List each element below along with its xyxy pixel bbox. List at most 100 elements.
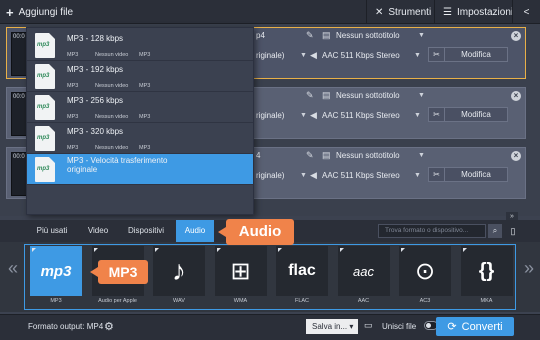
- format-label: AAC: [357, 298, 370, 304]
- subtitle-icon: ▤: [322, 150, 331, 160]
- edit-label: Modifica: [461, 50, 491, 59]
- format-tile[interactable]: ♪: [153, 246, 205, 296]
- format-label: AC3: [419, 298, 431, 304]
- format-tile[interactable]: ⊞: [214, 246, 267, 296]
- mp3-file-icon: mp3: [35, 95, 55, 120]
- format-tile[interactable]: aac: [337, 246, 390, 296]
- preset-title: MP3 - 128 kbps: [67, 34, 124, 43]
- format-tile[interactable]: ⊙: [399, 246, 451, 296]
- preset-codec: MP3: [139, 114, 151, 120]
- audio-track-select[interactable]: AAC 511 Kbps Stereo: [322, 111, 400, 120]
- preset-item[interactable]: mp3 MP3 - 128 kbps MP3 Nessun video MP3: [27, 30, 253, 61]
- chevron-down-icon[interactable]: ▼: [300, 112, 307, 119]
- settings-button[interactable]: ☰ Impostazioni: [434, 0, 513, 24]
- audio-track-select[interactable]: AAC 511 Kbps Stereo: [322, 171, 400, 180]
- speaker-icon: ◀: [310, 50, 317, 60]
- mp3-logo-icon: mp3: [40, 262, 72, 280]
- pencil-icon[interactable]: ✎: [306, 150, 314, 161]
- audio-origin-label: riginale): [256, 51, 285, 60]
- corner-marker: [216, 248, 221, 252]
- pencil-icon[interactable]: ✎: [306, 30, 314, 41]
- output-format-label: Formato output: MP4: [28, 322, 104, 331]
- scroll-right-icon[interactable]: »: [524, 258, 534, 279]
- edit-label: Modifica: [461, 170, 491, 179]
- convert-icon: ⟳: [447, 321, 457, 333]
- preset-codec: MP3: [139, 83, 151, 89]
- format-tile[interactable]: mp3: [30, 246, 82, 296]
- scroll-left-icon[interactable]: «: [8, 258, 18, 279]
- folder-icon[interactable]: ▭: [364, 320, 373, 331]
- format-label: FLAC: [294, 298, 310, 304]
- chevron-down-icon[interactable]: ▼: [414, 112, 421, 119]
- subtitle-icon: ▤: [322, 30, 331, 40]
- mp3-file-icon: mp3: [35, 157, 55, 182]
- add-files-button[interactable]: + Aggiungi file: [6, 4, 73, 20]
- add-files-label: Aggiungi file: [18, 6, 74, 18]
- edit-button[interactable]: ✂ Modifica: [428, 47, 508, 62]
- tab-devices[interactable]: Dispositivi: [120, 220, 172, 242]
- edit-button[interactable]: ✂ Modifica: [428, 107, 508, 122]
- mp3-file-icon: mp3: [35, 33, 55, 58]
- menu-icon: ☰: [443, 6, 452, 18]
- scissors-icon: ✂: [429, 108, 445, 121]
- format-label: Audio per Apple: [98, 298, 137, 304]
- chevron-down-icon[interactable]: ▼: [414, 172, 421, 179]
- format-tile[interactable]: {}: [460, 246, 513, 296]
- preset-ext: MP3: [67, 114, 79, 120]
- tab-video[interactable]: Video: [80, 220, 116, 242]
- convert-label: Converti: [461, 320, 503, 333]
- preset-video: Nessun video: [95, 52, 129, 58]
- audio-origin-label: riginale): [256, 111, 285, 120]
- preset-video: Nessun video: [95, 83, 129, 89]
- chevron-down-icon[interactable]: ▼: [418, 152, 425, 159]
- close-icon[interactable]: ×: [511, 151, 521, 161]
- scissors-icon: ✂: [429, 168, 445, 181]
- share-button[interactable]: <: [512, 0, 540, 24]
- windows-logo-icon: ⊞: [230, 257, 251, 285]
- preset-video: Nessun video: [95, 145, 129, 151]
- save-in-label: Salva in...: [312, 322, 348, 331]
- save-in-select[interactable]: Salva in... ▾: [306, 319, 358, 334]
- corner-marker: [155, 248, 159, 252]
- format-tile[interactable]: flac: [276, 246, 328, 296]
- edit-button[interactable]: ✂ Modifica: [428, 167, 508, 182]
- preset-item[interactable]: mp3 MP3 - 192 kbps MP3 Nessun video MP3: [27, 61, 253, 92]
- mp3-file-icon: mp3: [35, 126, 55, 151]
- corner-marker: [401, 248, 405, 252]
- audio-origin-label: riginale): [256, 171, 285, 180]
- tools-button[interactable]: ✕ Strumenti: [366, 0, 434, 24]
- chevron-down-icon[interactable]: ▼: [300, 172, 307, 179]
- pencil-icon[interactable]: ✎: [306, 90, 314, 101]
- tab-most-used[interactable]: Più usati: [28, 220, 76, 242]
- chevron-down-icon[interactable]: ▼: [418, 32, 425, 39]
- convert-button[interactable]: ⟳ Converti: [436, 317, 514, 336]
- preset-title: MP3 - 256 kbps: [67, 96, 124, 105]
- close-icon[interactable]: ×: [511, 31, 521, 41]
- subtitle-select[interactable]: Nessun sottotitolo: [336, 91, 400, 100]
- share-icon: <: [523, 6, 530, 18]
- corner-marker: [32, 248, 36, 252]
- scissors-icon: ✂: [429, 48, 445, 61]
- close-icon[interactable]: ×: [511, 91, 521, 101]
- chevron-down-icon[interactable]: ▼: [418, 92, 425, 99]
- preset-title: MP3 - Velocità trasferimento originale: [67, 156, 168, 174]
- audio-track-select[interactable]: AAC 511 Kbps Stereo: [322, 51, 400, 60]
- preset-ext: MP3: [67, 145, 79, 151]
- tab-audio[interactable]: Audio: [176, 220, 214, 242]
- format-label: WMA: [233, 298, 248, 304]
- aac-logo-icon: aac: [353, 263, 374, 279]
- preset-item[interactable]: mp3 MP3 - 320 kbps MP3 Nessun video MP3: [27, 123, 253, 154]
- chevron-down-icon[interactable]: ▼: [414, 52, 421, 59]
- format-label: WAV: [173, 298, 185, 304]
- chevron-down-icon[interactable]: ▼: [300, 52, 307, 59]
- search-icon[interactable]: ⌕: [488, 224, 502, 238]
- subtitle-select[interactable]: Nessun sottotitolo: [336, 151, 400, 160]
- preset-item[interactable]: mp3 MP3 - Velocità trasferimento origina…: [27, 154, 253, 185]
- gear-icon[interactable]: ⚙: [104, 320, 114, 333]
- format-search-input[interactable]: Trova formato o dispositivo...: [378, 224, 486, 238]
- device-detect-icon[interactable]: ▯: [506, 224, 520, 238]
- preset-ext: MP3: [67, 52, 79, 58]
- preset-item[interactable]: mp3 MP3 - 256 kbps MP3 Nessun video MP3: [27, 92, 253, 123]
- subtitle-select[interactable]: Nessun sottotitolo: [336, 31, 400, 40]
- mp3-file-icon: mp3: [35, 64, 55, 89]
